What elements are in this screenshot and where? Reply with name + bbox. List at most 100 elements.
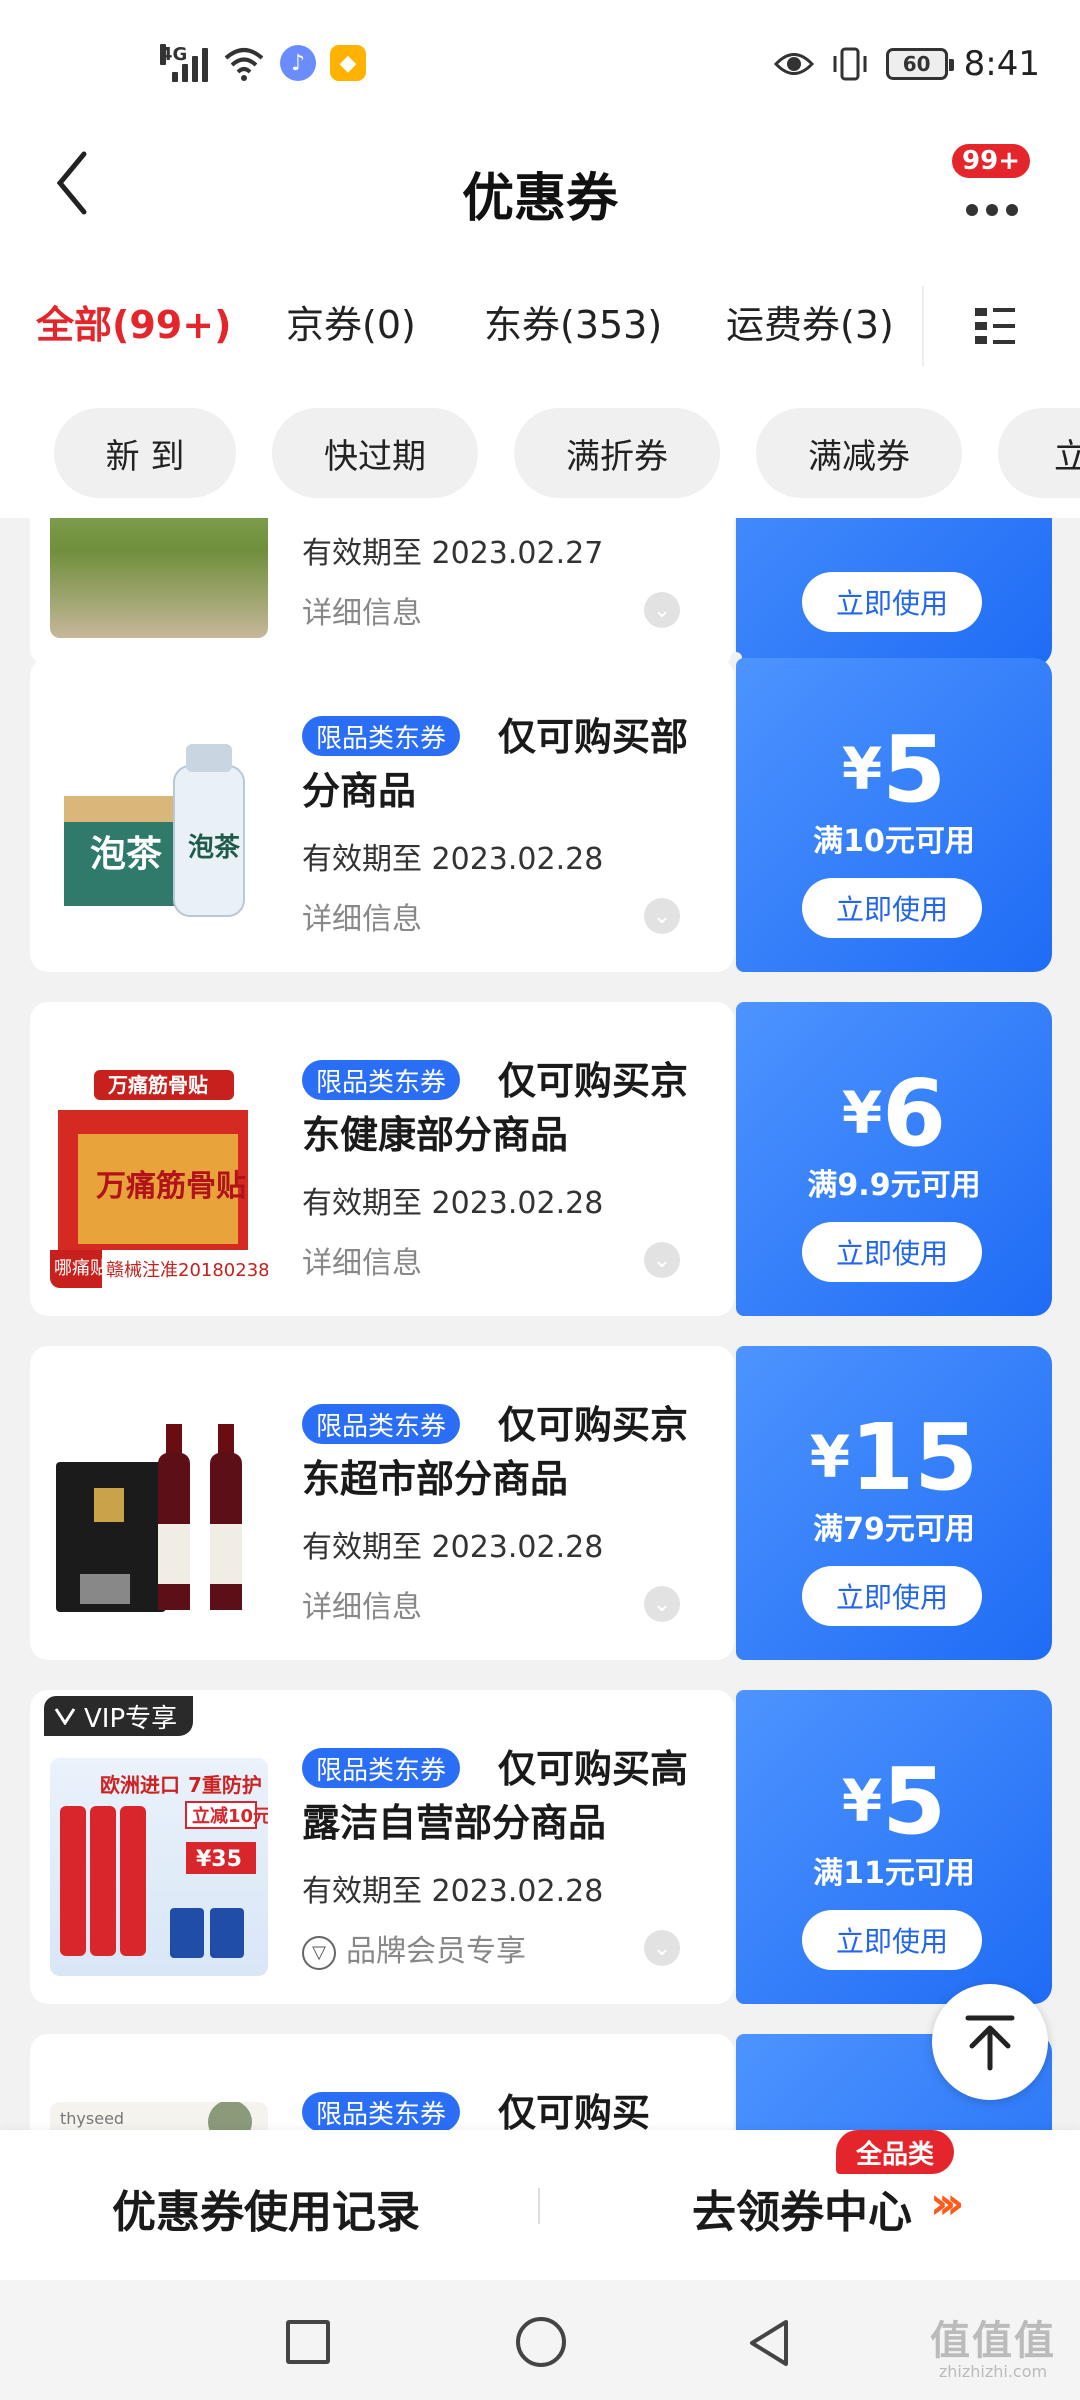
status-right: 60 8:41 [773, 44, 1040, 84]
more-dot-icon [986, 204, 998, 216]
toothpaste-discount-text: 立减10元 [192, 1805, 268, 1827]
coupon-title: 仅可购买京东超市部分商品 [302, 1403, 689, 1501]
chevron-down-icon[interactable]: ⌄ [644, 1242, 680, 1278]
coupon-amount: ¥6 [841, 1060, 947, 1167]
coupon-info: 万痛筋骨贴 万痛筋骨贴 哪痛贴哪 赣械注准20180238号 限品类东券 仅可购… [30, 1002, 734, 1316]
tab-bar: 全部(99+) 京券(0) 东券(353) 运费券(3) [0, 250, 1080, 400]
coupon-card: 有效期至 2023.02.27 详细信息 ⌄ 立即使用 [30, 518, 1052, 672]
coupon-expiry: 有效期至 2023.02.28 [302, 1530, 604, 1565]
tab-dong-coupon[interactable]: 东券(353) [484, 294, 662, 349]
use-now-button[interactable]: 立即使用 [802, 572, 982, 632]
product-image[interactable]: thyseed [50, 2102, 268, 2130]
chevron-down-icon[interactable]: ⌄ [644, 898, 680, 934]
coupon-expiry: 有效期至 2023.02.28 [302, 842, 604, 877]
tab-jd-coupon[interactable]: 京券(0) [286, 294, 416, 349]
status-bar: 4G ♪ ◆ 60 8:41 [0, 0, 1080, 130]
detail-link[interactable]: 详细信息 [302, 588, 422, 632]
coupon-info: 泡茶 泡茶 限品类东券 仅可购买部分商品 有效期至 2023.02.28 详细信… [30, 658, 734, 972]
back-to-top-button[interactable] [932, 1984, 1048, 2100]
all-category-badge: 全品类 [836, 2130, 955, 2174]
member-v-icon: ▽ [302, 1935, 336, 1970]
product-image[interactable] [50, 1414, 268, 1632]
coupon-card: thyseed 限品类东券 仅可购买 [30, 2028, 1052, 2130]
tab-divider [922, 286, 924, 366]
tab-all[interactable]: 全部(99+) [36, 294, 231, 349]
detail-link[interactable]: 详细信息 [302, 1582, 422, 1626]
filter-chip-row: 新 到 快过期 满折券 满减券 立 [0, 400, 1080, 518]
product-image[interactable] [50, 518, 268, 638]
coupon-value-panel: ¥5 满11元可用 立即使用 [736, 1690, 1052, 2004]
watermark: 值值值 zhizhizhi.com [930, 2308, 1056, 2381]
recents-button[interactable] [286, 2320, 330, 2364]
toothpaste-price-text: ¥35 [196, 1847, 242, 1872]
coupon-expiry: 有效期至 2023.02.28 [302, 1186, 604, 1221]
notification-app-icon: ◆ [330, 45, 366, 81]
coupon-value-panel: 立即使用 [736, 518, 1052, 666]
chevron-down-icon[interactable]: ⌄ [644, 1930, 680, 1966]
use-now-button[interactable]: 立即使用 [802, 1222, 982, 1282]
filter-new[interactable]: 新 到 [54, 408, 236, 498]
coupon-title: 仅可购买京东健康部分商品 [302, 1059, 689, 1157]
coupon-title: 仅可购买部分商品 [302, 715, 689, 813]
coupon-history-button[interactable]: 优惠券使用记录 [112, 2176, 420, 2240]
filter-discount-rate[interactable]: 满折券 [514, 408, 720, 498]
coupon-info: 有效期至 2023.02.27 详细信息 ⌄ [30, 518, 734, 666]
message-badge: 99+ [950, 142, 1032, 180]
coupon-value-panel: ¥6 满9.9元可用 立即使用 [736, 1002, 1052, 1316]
toothpaste-promo-text: 欧洲进口 [100, 1773, 180, 1797]
coupon-condition: 满11元可用 [813, 1856, 975, 1891]
use-now-button[interactable]: 立即使用 [802, 878, 982, 938]
coupon-expiry: 有效期至 2023.02.27 [302, 536, 604, 571]
chevron-down-icon[interactable]: ⌄ [644, 1586, 680, 1622]
coupon-card: 泡茶 泡茶 限品类东券 仅可购买部分商品 有效期至 2023.02.28 详细信… [30, 652, 1052, 978]
more-dot-icon [1006, 204, 1018, 216]
coupon-card: 万痛筋骨贴 万痛筋骨贴 哪痛贴哪 赣械注准20180238号 限品类东券 仅可购… [30, 996, 1052, 1322]
use-now-button[interactable]: 立即使用 [802, 1910, 982, 1970]
tea-brand-text: 泡茶 [90, 834, 163, 875]
network-type: 4G [160, 44, 188, 65]
coupon-condition: 满10元可用 [813, 824, 975, 859]
tea-bottle-text: 泡茶 [188, 833, 241, 863]
coupon-value-panel: ¥15 满79元可用 立即使用 [736, 1346, 1052, 1660]
product-image[interactable]: 万痛筋骨贴 万痛筋骨贴 哪痛贴哪 赣械注准20180238号 [50, 1070, 268, 1288]
back-triangle-icon[interactable] [744, 2316, 794, 2370]
triple-chevron-icon: ››› [930, 2178, 965, 2229]
plaster-name-text: 万痛筋骨贴 [96, 1169, 246, 1204]
coupon-card: VIP专享 欧洲进口 7重防护 立减10元 ¥35 限品类东券 仅可购买高露洁自… [30, 1684, 1052, 2010]
use-now-button[interactable]: 立即使用 [802, 1566, 982, 1626]
coupon-info: VIP专享 欧洲进口 7重防护 立减10元 ¥35 限品类东券 仅可购买高露洁自… [30, 1690, 734, 2004]
vip-v-icon [54, 1708, 76, 1725]
coupon-condition: 满9.9元可用 [807, 1168, 981, 1203]
tab-shipping-coupon[interactable]: 运费券(3) [726, 294, 894, 349]
product-image[interactable]: 欧洲进口 7重防护 立减10元 ¥35 [50, 1758, 268, 1976]
status-left: 4G ♪ ◆ [160, 44, 366, 82]
filter-amount-off[interactable]: 满减券 [756, 408, 962, 498]
chevron-down-icon[interactable]: ⌄ [644, 592, 680, 628]
plaster-reg-text: 赣械注准20180238号 [106, 1260, 268, 1281]
more-dot-icon [966, 204, 978, 216]
plaster-banner-text: 万痛筋骨贴 [107, 1073, 208, 1097]
wifi-icon [224, 48, 264, 81]
filter-expiring[interactable]: 快过期 [272, 408, 478, 498]
music-app-icon: ♪ [280, 45, 316, 81]
toothpaste-protect-text: 7重防护 [188, 1773, 262, 1797]
battery-level: 60 [902, 52, 931, 76]
vip-badge: VIP专享 [44, 1696, 194, 1736]
coupon-title: 仅可购买高露洁自营部分商品 [302, 1747, 689, 1845]
arrow-up-icon [965, 2015, 1015, 2071]
product-image[interactable]: 泡茶 泡茶 [50, 726, 268, 944]
coupon-amount: ¥5 [841, 716, 947, 823]
home-button[interactable] [516, 2317, 566, 2367]
detail-link[interactable]: 详细信息 [302, 894, 422, 938]
list-view-icon[interactable] [975, 306, 1015, 346]
detail-link[interactable]: 详细信息 [302, 1238, 422, 1282]
coupon-expiry: 有效期至 2023.02.28 [302, 1874, 604, 1909]
bottom-divider [538, 2188, 540, 2224]
watermark-main: 值值值 [930, 2318, 1056, 2364]
coupon-value-panel: ¥5 满10元可用 立即使用 [736, 658, 1052, 972]
signal-icon: 4G [160, 44, 208, 82]
filter-more[interactable]: 立 [998, 408, 1080, 498]
coupon-amount: ¥15 [809, 1404, 979, 1511]
coupon-list[interactable]: 有效期至 2023.02.27 详细信息 ⌄ 立即使用 泡茶 泡茶 限品类东券 [0, 518, 1080, 2130]
coupon-center-button[interactable]: 去领券中心 [692, 2176, 912, 2240]
